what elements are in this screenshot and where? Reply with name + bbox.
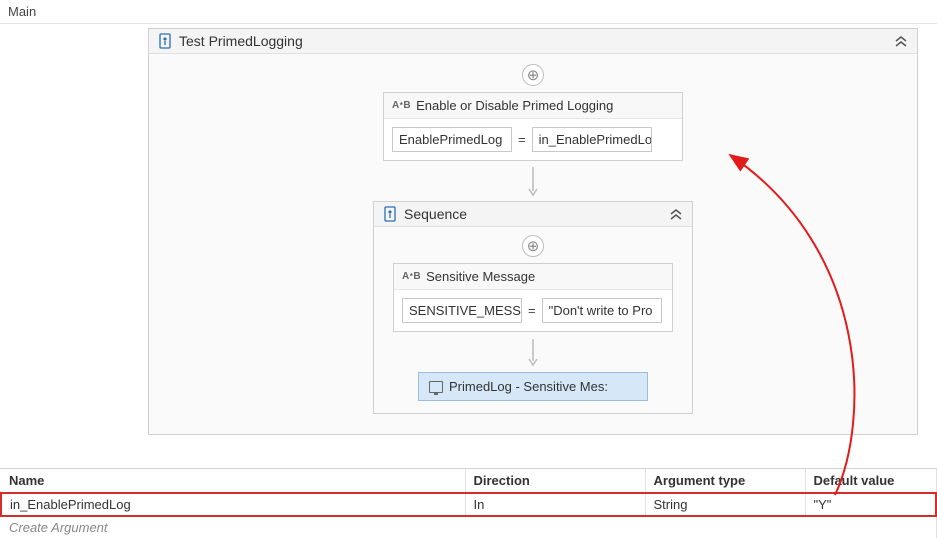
- arg-name[interactable]: in_EnablePrimedLog: [1, 493, 465, 516]
- argument-row[interactable]: in_EnablePrimedLog In String "Y": [1, 493, 936, 516]
- add-activity-top[interactable]: ⊕: [522, 64, 544, 86]
- activity-sequence[interactable]: Sequence ⊕ A*B Sensitive Message: [373, 201, 693, 414]
- arguments-header-row: Name Direction Argument type Default val…: [1, 469, 936, 493]
- assign-icon: A*B: [392, 100, 410, 111]
- arguments-panel[interactable]: Name Direction Argument type Default val…: [0, 468, 937, 538]
- add-activity-seq-top[interactable]: ⊕: [522, 235, 544, 257]
- col-name[interactable]: Name: [1, 469, 465, 493]
- arg-default[interactable]: "Y": [805, 493, 936, 516]
- assign-lhs[interactable]: SENSITIVE_MESSA(: [402, 298, 522, 323]
- assign-title[interactable]: Sensitive Message: [426, 269, 535, 284]
- create-argument-label[interactable]: Create Argument: [1, 516, 936, 538]
- collapse-icon[interactable]: [668, 208, 684, 220]
- equals-sign: =: [528, 303, 536, 318]
- sequence-icon: [382, 206, 398, 222]
- col-direction[interactable]: Direction: [465, 469, 645, 493]
- arg-argtype[interactable]: String: [645, 493, 805, 516]
- flow-arrow: [527, 167, 539, 197]
- sequence-title[interactable]: Sequence: [404, 206, 467, 222]
- activity-test-primedlogging[interactable]: Test PrimedLogging ⊕ A*B Enable or Disab…: [148, 28, 918, 435]
- col-argtype[interactable]: Argument type: [645, 469, 805, 493]
- sequence-icon: [157, 33, 173, 49]
- breadcrumb[interactable]: Main: [0, 0, 937, 24]
- collapse-icon[interactable]: [893, 35, 909, 47]
- designer-canvas[interactable]: Test PrimedLogging ⊕ A*B Enable or Disab…: [0, 24, 937, 470]
- activity-assign-enable[interactable]: A*B Enable or Disable Primed Logging Ena…: [383, 92, 683, 161]
- activity-assign-sensitive[interactable]: A*B Sensitive Message SENSITIVE_MESSA( =…: [393, 263, 673, 332]
- activity-header[interactable]: Test PrimedLogging: [149, 29, 917, 54]
- assign-lhs[interactable]: EnablePrimedLog: [392, 127, 512, 152]
- equals-sign: =: [518, 132, 526, 147]
- breadcrumb-main[interactable]: Main: [8, 4, 36, 19]
- flow-arrow: [527, 338, 539, 368]
- assign-rhs[interactable]: "Don't write to Pro: [542, 298, 662, 323]
- assign-rhs[interactable]: in_EnablePrimedLo: [532, 127, 652, 152]
- assign-title[interactable]: Enable or Disable Primed Logging: [416, 98, 613, 113]
- assign-icon: A*B: [402, 271, 420, 282]
- primedlog-label: PrimedLog - Sensitive Mes:: [449, 379, 608, 394]
- col-default[interactable]: Default value: [805, 469, 936, 493]
- activity-title[interactable]: Test PrimedLogging: [179, 33, 303, 49]
- logmessage-icon: [429, 381, 443, 393]
- arg-direction[interactable]: In: [465, 493, 645, 516]
- activity-primedlog[interactable]: PrimedLog - Sensitive Mes:: [418, 372, 648, 401]
- create-argument-row[interactable]: Create Argument: [1, 516, 936, 538]
